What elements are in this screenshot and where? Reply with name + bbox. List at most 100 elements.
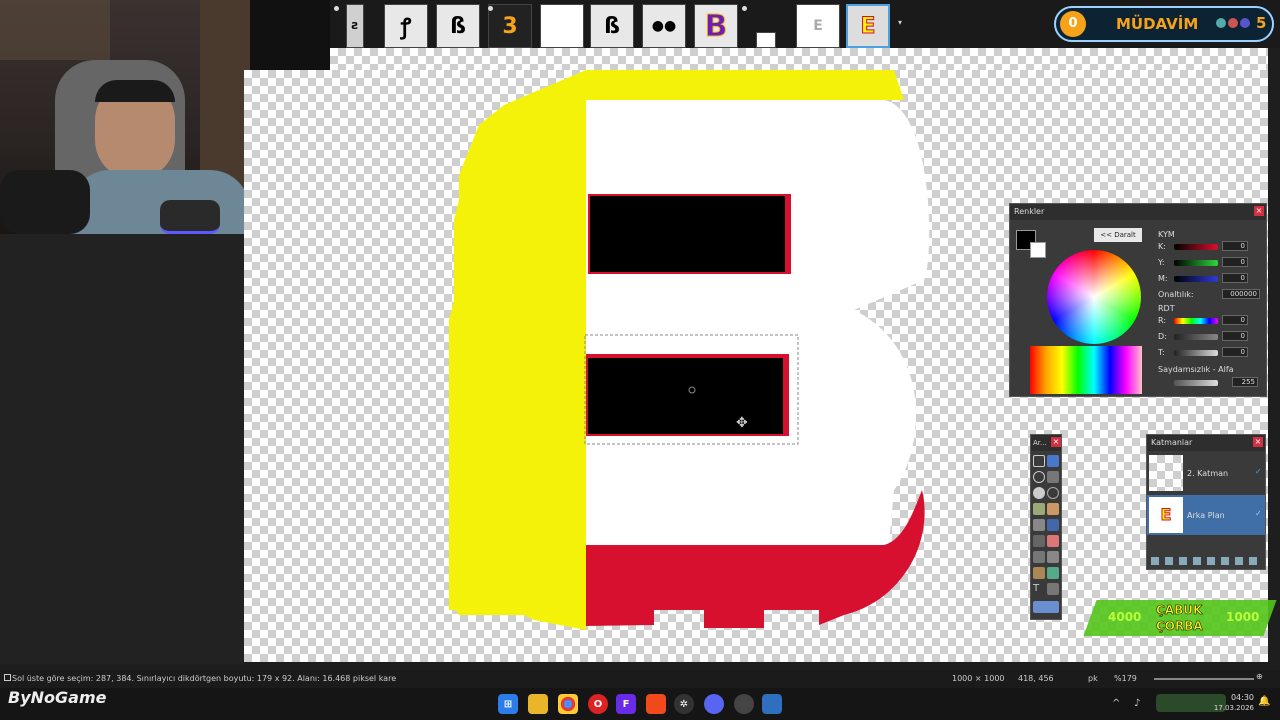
text-icon[interactable]: T [1033, 583, 1045, 595]
taskbar [0, 688, 1280, 720]
color-picker-icon[interactable] [1047, 567, 1059, 579]
hex-input[interactable]: 000000 [1222, 289, 1260, 299]
pencil-icon[interactable] [1033, 551, 1045, 563]
image-tab-8[interactable]: B [694, 4, 738, 48]
magic-wand-icon[interactable] [1033, 503, 1045, 515]
lasso-icon[interactable] [1033, 471, 1045, 483]
clock-time[interactable]: 04:30 [1230, 693, 1254, 702]
badge-label: MÜDAVİM [1116, 15, 1199, 33]
tab-glyph: 3 [502, 13, 518, 39]
cmyk-m-input[interactable]: 0 [1222, 273, 1248, 283]
move-pixels-icon[interactable] [1047, 471, 1059, 483]
collapse-button[interactable]: << Daralt [1094, 228, 1142, 242]
image-tab-5[interactable] [540, 4, 584, 48]
badge-dot-icon [1216, 18, 1226, 28]
status-bar: Sol üste göre seçim: 287, 384. Sınırlayı… [0, 670, 1280, 688]
rgb-r-slider[interactable] [1174, 318, 1218, 324]
cursor-position: 418, 456 [1018, 674, 1054, 683]
rgb-d-input[interactable]: 0 [1222, 331, 1248, 341]
alpha-label: Saydamsızlık - Alfa [1158, 365, 1234, 374]
image-tab-11-active[interactable]: E [846, 4, 890, 48]
rgb-t-slider[interactable] [1174, 350, 1218, 356]
obs-icon[interactable] [734, 694, 754, 714]
hex-label: Onaltılık: [1158, 290, 1194, 299]
unit-select[interactable]: pk [1088, 674, 1098, 683]
color-wheel[interactable] [1047, 250, 1141, 344]
start-menu-icon[interactable]: ⊞ [498, 694, 518, 714]
rgb-r-label: R: [1158, 316, 1167, 325]
tab-glyph: B [704, 8, 728, 44]
rectangle-select-icon[interactable] [1033, 455, 1045, 467]
rgb-t-input[interactable]: 0 [1222, 347, 1248, 357]
tools-panel: Ar... × T [1030, 434, 1062, 620]
layer-name: Arka Plan [1187, 511, 1225, 520]
clone-stamp-icon[interactable] [1047, 551, 1059, 563]
cmyk-m-label: M: [1158, 274, 1168, 283]
layer-row[interactable]: 2. Katman ✓ [1147, 453, 1265, 493]
image-tab-10[interactable]: E [796, 4, 840, 48]
banner-right: 1000 [1226, 610, 1260, 624]
chatgpt-icon[interactable]: ✲ [674, 694, 694, 714]
image-tab-7[interactable]: ●● [642, 4, 686, 48]
chrome-icon[interactable] [558, 694, 578, 714]
secondary-color-swatch[interactable] [1030, 242, 1046, 258]
close-icon[interactable]: × [1254, 206, 1264, 216]
cmyk-y-slider[interactable] [1174, 260, 1218, 266]
layer-row-selected[interactable]: E Arka Plan ✓ [1147, 495, 1265, 535]
image-tab-3[interactable]: ß [436, 4, 480, 48]
pan-icon[interactable] [1047, 503, 1059, 515]
image-tab-1[interactable]: Ƨ [346, 4, 364, 48]
paintbrush-icon[interactable] [1033, 535, 1045, 547]
image-size: 1000 × 1000 [952, 674, 1005, 683]
layer-actions-toolbar[interactable] [1151, 557, 1261, 565]
eraser-icon[interactable] [1047, 535, 1059, 547]
rgb-r-input[interactable]: 0 [1222, 315, 1248, 325]
notification-icon[interactable]: 🔔 [1258, 696, 1270, 707]
file-explorer-icon[interactable] [528, 694, 548, 714]
close-icon[interactable]: × [1253, 437, 1263, 447]
move-selection-icon[interactable] [1047, 455, 1059, 467]
tab-glyph: Ƨ [351, 20, 359, 32]
ellipse-select-icon[interactable] [1033, 487, 1045, 499]
zoom-slider[interactable] [1154, 678, 1254, 680]
rgb-t-label: T: [1158, 348, 1165, 357]
cmyk-k-slider[interactable] [1174, 244, 1218, 250]
opera-icon[interactable]: O [588, 694, 608, 714]
cmyk-m-slider[interactable] [1174, 276, 1218, 282]
app-icon[interactable]: F [616, 694, 636, 714]
brave-icon[interactable] [646, 694, 666, 714]
visibility-checkbox-icon[interactable]: ✓ [1255, 509, 1262, 518]
banner-left: 4000 [1108, 610, 1142, 624]
side-area [0, 234, 244, 664]
paint-net-icon[interactable] [762, 694, 782, 714]
cmyk-y-input[interactable]: 0 [1222, 257, 1248, 267]
tray-arrow-icon[interactable]: ^ [1112, 698, 1120, 709]
color-palette[interactable] [1030, 346, 1142, 394]
line-curve-icon[interactable] [1047, 583, 1059, 595]
recolor-icon[interactable] [1033, 567, 1045, 579]
zoom-icon[interactable] [1047, 487, 1059, 499]
clock-date[interactable]: 17.03.2026 [1208, 704, 1254, 712]
rgb-d-slider[interactable] [1174, 334, 1218, 340]
alpha-input[interactable]: 255 [1232, 377, 1258, 387]
selection-icon [4, 674, 11, 681]
paint-bucket-icon[interactable] [1033, 519, 1045, 531]
microphone-icon[interactable]: ♪ [1134, 698, 1140, 709]
image-tab-9[interactable] [756, 32, 776, 48]
discord-icon[interactable] [704, 694, 724, 714]
zoom-in-icon[interactable]: ⊕ [1256, 672, 1263, 681]
gradient-icon[interactable] [1047, 519, 1059, 531]
cmyk-y-label: Y: [1158, 258, 1165, 267]
image-tab-4[interactable]: 3 [488, 4, 532, 48]
zoom-level[interactable]: %179 [1114, 674, 1137, 683]
tabs-dropdown-icon[interactable]: ▾ [898, 18, 902, 27]
image-tab-2[interactable]: ꝭ [384, 4, 428, 48]
badge-left-number: 0 [1060, 11, 1086, 37]
close-icon[interactable]: × [1051, 437, 1061, 447]
cmyk-k-input[interactable]: 0 [1222, 241, 1248, 251]
shapes-icon[interactable] [1033, 601, 1059, 613]
visibility-checkbox-icon[interactable]: ✓ [1255, 467, 1262, 476]
alpha-slider[interactable] [1174, 380, 1218, 386]
image-tab-6[interactable]: ß [590, 4, 634, 48]
badge-dot-icon [1228, 18, 1238, 28]
